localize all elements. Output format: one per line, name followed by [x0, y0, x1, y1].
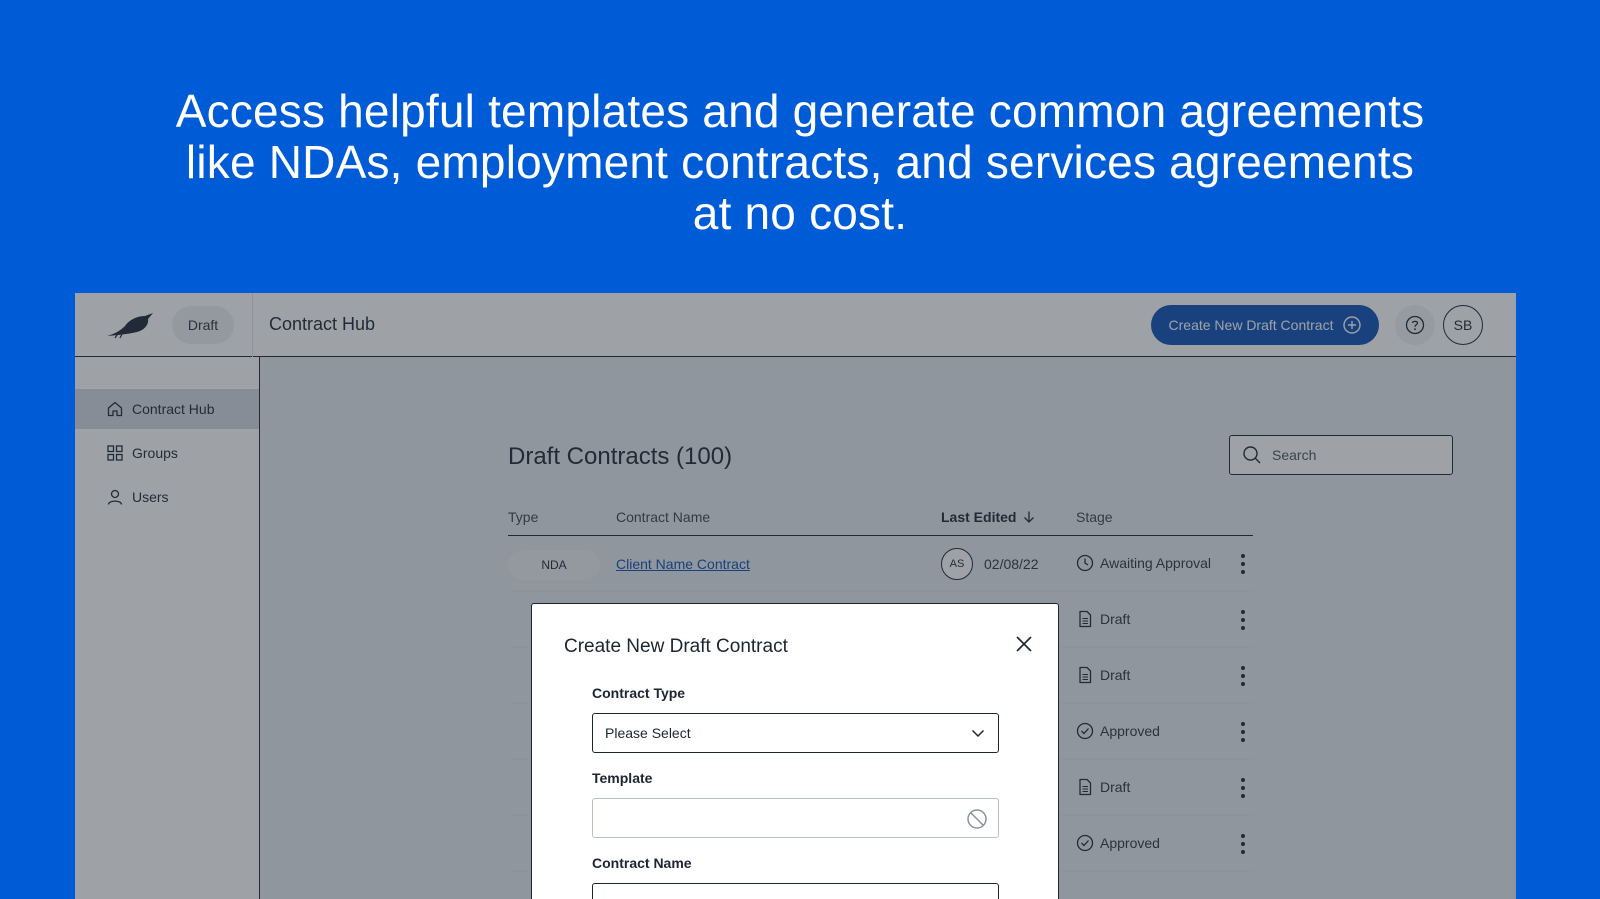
marketing-headline: Access helpful templates and generate co… [120, 86, 1480, 239]
close-icon[interactable] [1014, 634, 1034, 654]
headline-line-1: Access helpful templates and generate co… [175, 85, 1425, 137]
contract-type-label: Contract Type [592, 685, 686, 701]
headline-line-2: like NDAs, employment contracts, and ser… [185, 136, 1415, 188]
contract-type-value: Please Select [605, 725, 691, 741]
contract-name-label: Contract Name [592, 855, 692, 871]
chevron-down-icon [971, 729, 985, 738]
contract-type-select[interactable]: Please Select [592, 713, 999, 753]
create-contract-modal: Create New Draft Contract Contract Type … [531, 603, 1059, 899]
modal-title: Create New Draft Contract [564, 636, 788, 657]
headline-line-3: at no cost. [692, 187, 908, 239]
contract-name-input[interactable] [592, 883, 999, 899]
template-field [592, 798, 999, 838]
disabled-icon [967, 809, 987, 829]
template-label: Template [592, 770, 653, 786]
